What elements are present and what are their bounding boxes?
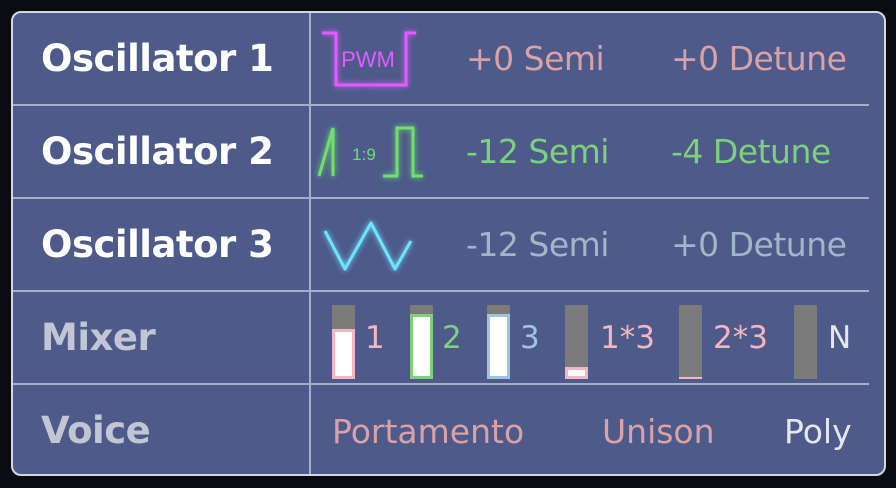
- oscillator-2-label: Oscillator 2: [41, 130, 274, 173]
- mixer-level-bar[interactable]: [679, 305, 702, 379]
- triangle-wave-icon[interactable]: [319, 211, 419, 281]
- voice-label: Voice: [41, 409, 151, 452]
- oscillator-2-row: Oscillator 2 1:9 -12 Semi -4 Detune: [13, 106, 884, 198]
- mixer-channel-label: 2: [442, 320, 462, 356]
- svg-text:PWM: PWM: [341, 47, 395, 72]
- mixer-level-bar[interactable]: [410, 305, 433, 379]
- mixer-channel-label: 1*3: [600, 320, 655, 356]
- voice-row: Voice Portamento Unison Poly: [13, 385, 884, 474]
- oscillator-1-detune[interactable]: +0 Detune: [671, 13, 847, 105]
- mixer-channel-label: 2*3: [713, 320, 768, 356]
- oscillator-1-label: Oscillator 1: [41, 37, 274, 80]
- mixer-level-bar[interactable]: [794, 305, 817, 379]
- svg-text:1:9: 1:9: [352, 145, 376, 164]
- mixer-level-fill: [565, 367, 588, 379]
- mixer-level-fill: [410, 313, 433, 379]
- oscillator-2-detune[interactable]: -4 Detune: [671, 106, 831, 198]
- mixer-level-fill: [487, 313, 510, 379]
- mixer-level-bar[interactable]: [332, 305, 355, 379]
- oscillator-panel: Oscillator 1 PWM +0 Semi +0 Detune Oscil…: [11, 11, 886, 476]
- voice-mode-portamento[interactable]: Portamento: [332, 385, 524, 474]
- mixer-level-fill: [679, 376, 702, 379]
- saw-square-wave-icon[interactable]: 1:9: [313, 118, 425, 188]
- mixer-level-bar[interactable]: [565, 305, 588, 379]
- oscillator-3-label: Oscillator 3: [41, 223, 274, 266]
- mixer-row: Mixer 1 2 3 1*3 2*3 N: [13, 292, 884, 384]
- mixer-channel-label: N: [828, 320, 852, 356]
- mixer-level-bar[interactable]: [487, 305, 510, 379]
- oscillator-1-semi[interactable]: +0 Semi: [466, 13, 605, 105]
- oscillator-3-detune[interactable]: +0 Detune: [671, 199, 847, 291]
- mixer-label: Mixer: [41, 316, 156, 359]
- voice-mode-poly[interactable]: Poly: [784, 385, 852, 474]
- mixer-channel-label: 1: [365, 320, 385, 356]
- mixer-level-fill: [332, 328, 355, 379]
- mixer-channel-label: 3: [520, 320, 540, 356]
- oscillator-1-row: Oscillator 1 PWM +0 Semi +0 Detune: [13, 13, 884, 105]
- pwm-wave-icon[interactable]: PWM: [318, 25, 418, 95]
- voice-mode-unison[interactable]: Unison: [602, 385, 715, 474]
- oscillator-2-semi[interactable]: -12 Semi: [466, 106, 609, 198]
- oscillator-3-row: Oscillator 3 -12 Semi +0 Detune: [13, 199, 884, 291]
- oscillator-3-semi[interactable]: -12 Semi: [466, 199, 609, 291]
